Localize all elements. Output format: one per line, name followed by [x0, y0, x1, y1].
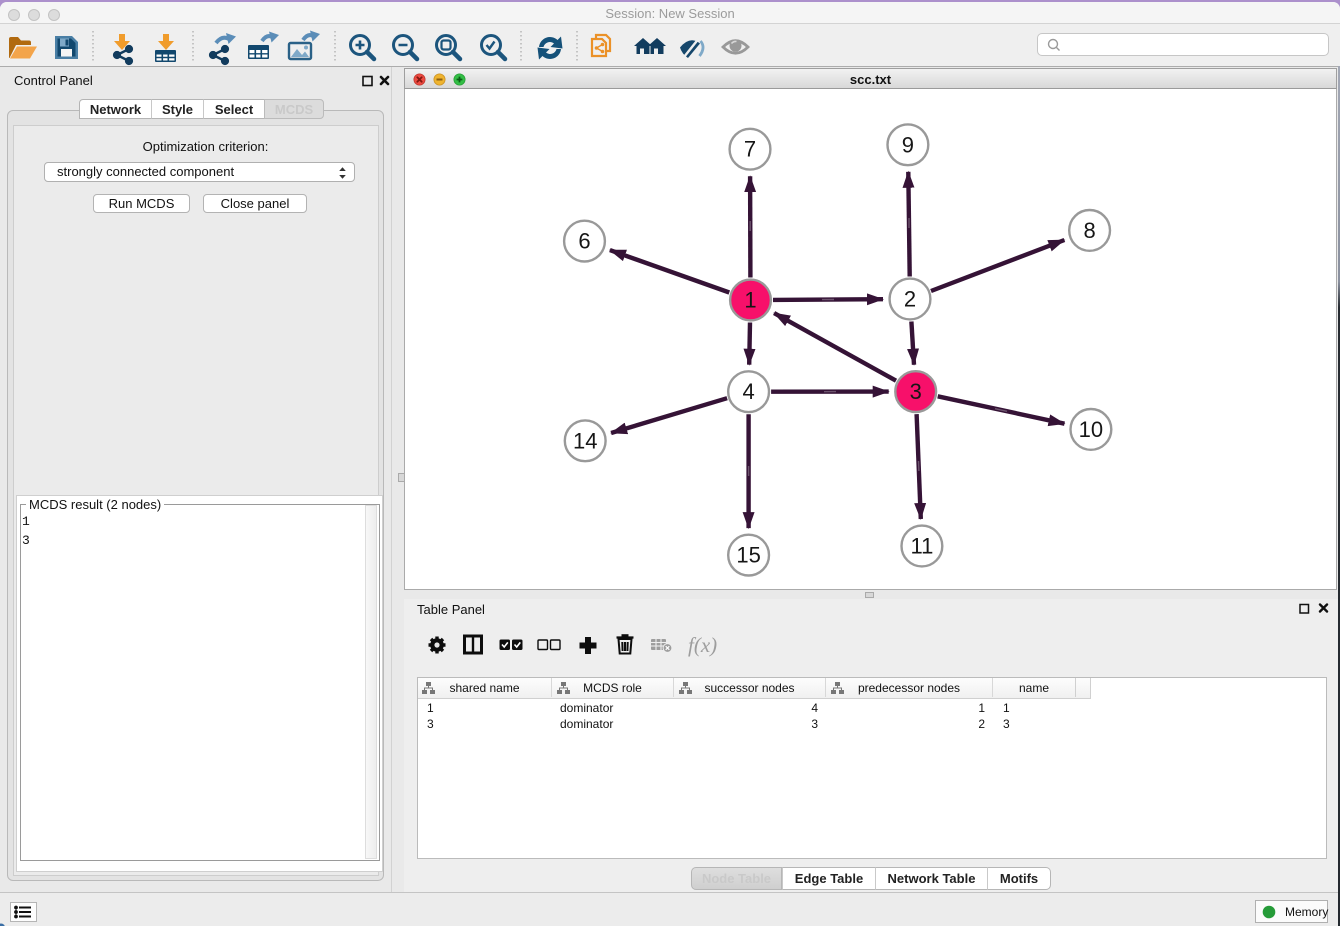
svg-text:2: 2 — [904, 287, 916, 312]
svg-text:f(x): f(x) — [688, 633, 717, 657]
svg-text:15: 15 — [736, 543, 760, 568]
svg-text:3: 3 — [910, 379, 922, 404]
svg-text:6: 6 — [578, 229, 590, 254]
svg-text:8: 8 — [1083, 218, 1095, 243]
svg-text:4: 4 — [742, 379, 754, 404]
svg-text:1: 1 — [744, 288, 756, 313]
svg-text:7: 7 — [744, 137, 756, 162]
svg-text:14: 14 — [573, 428, 597, 453]
svg-text:9: 9 — [902, 132, 914, 157]
svg-text:10: 10 — [1079, 417, 1103, 442]
svg-text:11: 11 — [910, 534, 933, 559]
